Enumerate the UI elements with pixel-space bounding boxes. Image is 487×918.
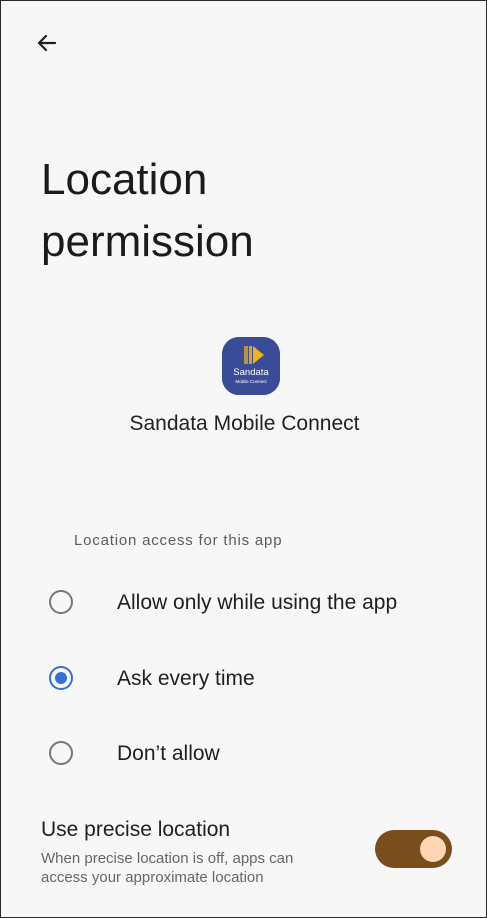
back-button[interactable] [27,23,67,63]
sandata-logo-icon: Sandata Mobile Connect [222,337,280,395]
location-permission-screen: Location permission Sandata Mobile Conne… [0,0,487,918]
toggle-thumb [420,836,446,862]
option-dont-allow[interactable]: Don’t allow [1,726,486,782]
precise-location-description: When precise location is off, apps can a… [41,850,294,886]
radio-button[interactable] [49,590,73,614]
page-title-line1: Location [41,155,208,204]
option-allow-while-using[interactable]: Allow only while using the app [1,575,486,631]
location-access-header: Location access for this app [74,532,283,549]
option-label: Ask every time [117,667,255,690]
radio-button-selected[interactable] [49,666,73,690]
app-icon: Sandata Mobile Connect [222,337,280,395]
app-name: Sandata Mobile Connect [129,412,360,435]
radio-button[interactable] [49,741,73,765]
app-icon-text-main: Sandata [233,367,269,378]
page-title-line2: permission [41,217,254,266]
app-icon-text-sub: Mobile Connect [235,379,267,384]
option-ask-every-time[interactable]: Ask every time [1,651,486,707]
precise-location-title: Use precise location [41,818,231,841]
precise-location-toggle[interactable] [375,830,452,868]
option-label: Allow only while using the app [117,591,398,614]
page-title: Location permission [41,149,441,273]
arrow-left-icon [37,34,57,52]
option-label: Don’t allow [117,742,220,765]
